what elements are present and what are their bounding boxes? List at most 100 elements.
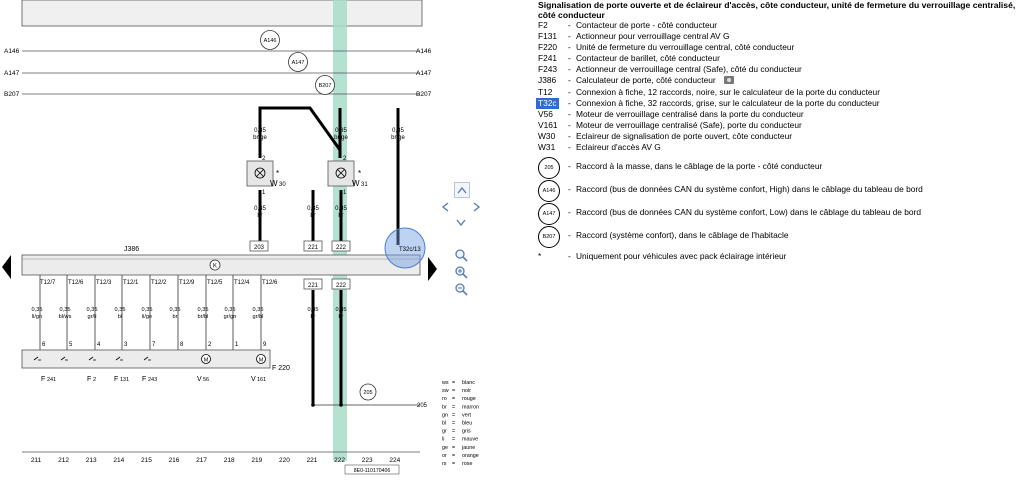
color-key-eq: =	[452, 404, 455, 410]
color-key-code: li	[442, 437, 444, 443]
mid-boxes: 203 221 222	[249, 240, 351, 252]
wire-gauge: 0,35	[336, 307, 347, 313]
svg-text:*: *	[276, 169, 279, 178]
wire-gauge: 0,35	[170, 307, 181, 313]
pin-label: T12/5	[207, 280, 223, 286]
color-key-name: noir	[462, 388, 471, 394]
wire-color: br/ge	[334, 135, 348, 141]
color-key-name: blanc	[462, 380, 475, 386]
connector-label: T32c/13	[399, 247, 421, 253]
color-key-code: ws	[441, 380, 449, 386]
wire-color: gr/bl	[253, 314, 264, 320]
column-number: 215	[141, 457, 152, 464]
zoom-in-icon[interactable]	[454, 248, 468, 262]
reference-box: 8E0-110170406	[344, 464, 400, 475]
legend-entry[interactable]: F243- Actionneur de verrouillage central …	[538, 64, 1022, 75]
pin-number: 6	[42, 342, 46, 348]
pin-number: 4	[97, 342, 101, 348]
reference-code: 8E0-110170406	[354, 468, 391, 474]
wire-color: br/bl	[198, 314, 209, 320]
legend-entry[interactable]: F220- Unité de fermeture du verrouillage …	[538, 42, 1022, 53]
column-number: 222	[334, 457, 345, 464]
bubble-a146: A146	[260, 30, 280, 50]
color-key-eq: =	[452, 445, 455, 451]
legend-footnote: * - Uniquement pour véhicules avec pack …	[538, 251, 787, 262]
t12-pins: T12/7 T12/6 T12/3 T12/1 T12/2 T12/9 T12/…	[40, 280, 278, 286]
wire-gauge: 0,35	[254, 128, 266, 134]
legend-entry[interactable]: W31- Eclaireur d'accès AV G	[538, 142, 1022, 153]
color-key-code: br	[442, 404, 447, 410]
nav-down-icon[interactable]	[454, 216, 468, 230]
wire-gauge: 0,35	[87, 307, 98, 313]
pin-label: T12/6	[68, 280, 84, 286]
wire-color: li/gn	[32, 314, 42, 320]
wire-color: gr/gn	[224, 314, 237, 320]
nav-left-icon[interactable]	[438, 200, 452, 214]
legend-entry[interactable]: T12- Connexion à fiche, 12 raccords, noir…	[538, 87, 1022, 98]
connector-bubble: A147	[538, 203, 560, 226]
wire-gauge: 0,35	[254, 206, 266, 212]
legend-entry[interactable]: F2- Contacteur de porte - côté conducteur	[538, 20, 1022, 31]
pin-label: T12/7	[40, 280, 56, 286]
lamp-w30: 2 1 * W 30	[246, 156, 286, 196]
next-page-arrow-icon[interactable]	[428, 257, 437, 281]
column-number: 224	[389, 457, 400, 464]
nav-right-icon[interactable]	[470, 200, 484, 214]
wire-color: br	[338, 213, 343, 219]
bus-label-a146-right: A146	[416, 48, 432, 55]
nav-up-icon[interactable]	[454, 182, 470, 198]
column-number: 221	[307, 457, 318, 464]
color-key-code: ge	[442, 445, 448, 451]
wire-gauge: 0,35	[198, 307, 209, 313]
connector-bubble: B207	[538, 226, 560, 249]
column-number: 211	[31, 457, 42, 464]
camera-icon[interactable]	[724, 76, 734, 85]
legend-entry[interactable]: F131- Actionneur pour verrouillage centra…	[538, 31, 1022, 42]
color-key-name: gris	[462, 429, 471, 435]
legend-entry[interactable]: W30- Eclaireur de signalisation de porte …	[538, 131, 1022, 142]
ecu-j386: J386 K	[21, 246, 421, 276]
legend-entry[interactable]: T32c - Connexion à fiche, 32 raccords, gri…	[536, 97, 1022, 109]
column-number: 218	[224, 457, 235, 464]
pin-number: 3	[124, 342, 128, 348]
connector-t32c-highlight[interactable]: T32c/13	[384, 227, 426, 269]
color-key-name: vert	[462, 412, 471, 418]
lower-boxes: 221 222	[303, 278, 351, 290]
wire-color: gr/li	[87, 314, 96, 320]
wire-gauge: 0,35	[335, 206, 347, 212]
svg-text:K: K	[213, 264, 217, 270]
svg-text:31: 31	[361, 182, 368, 188]
bus-label-a146-left: A146	[4, 48, 20, 55]
pin-number: 8	[180, 342, 184, 348]
column-number: 220	[279, 457, 290, 464]
wire-color: bl	[118, 314, 122, 320]
terminal-box: 203	[254, 245, 265, 251]
color-key-code: sw	[442, 388, 449, 394]
svg-text:F: F	[87, 376, 91, 383]
color-key-code: rs	[442, 461, 447, 467]
zoom-out-icon[interactable]	[454, 282, 468, 296]
column-number: 223	[362, 457, 373, 464]
prev-page-arrow-icon[interactable]	[2, 255, 11, 279]
zoom-plus-icon[interactable]	[454, 265, 468, 279]
wire-gauge: 0,35	[253, 307, 264, 313]
legend-connector-entry: 205- Raccord à la masse, dans le câblage …	[538, 156, 1022, 180]
legend-entry[interactable]: J386- Calculateur de porte, côté conducte…	[538, 75, 1022, 86]
legend-entry[interactable]: V56- Moteur de verrouillage centralisé da…	[538, 109, 1022, 120]
pin-label: T12/2	[151, 280, 167, 286]
svg-text:B207: B207	[319, 83, 332, 89]
legend-panel: Signalisation de porte ouverte et de écl…	[536, 0, 1022, 262]
legend-entry[interactable]: V161- Moteur de verrouillage centralisé (…	[538, 120, 1022, 131]
svg-text:F: F	[41, 376, 45, 383]
wiring-diagram: A146 A147 B207 A146 A147 B207 A146 A147 …	[4, 0, 479, 475]
svg-text:30: 30	[279, 182, 286, 188]
column-number: 219	[251, 457, 262, 464]
terminal-box: 222	[336, 283, 347, 289]
pin-number: 2	[208, 342, 212, 348]
svg-text:243: 243	[148, 377, 157, 383]
legend-entry[interactable]: F241- Contacteur de barillet, côté conduc…	[538, 53, 1022, 64]
color-key-eq: =	[452, 429, 455, 435]
color-key-eq: =	[452, 437, 455, 443]
bus-label-b207-right: B207	[416, 91, 432, 98]
pin-number: 7	[152, 342, 156, 348]
